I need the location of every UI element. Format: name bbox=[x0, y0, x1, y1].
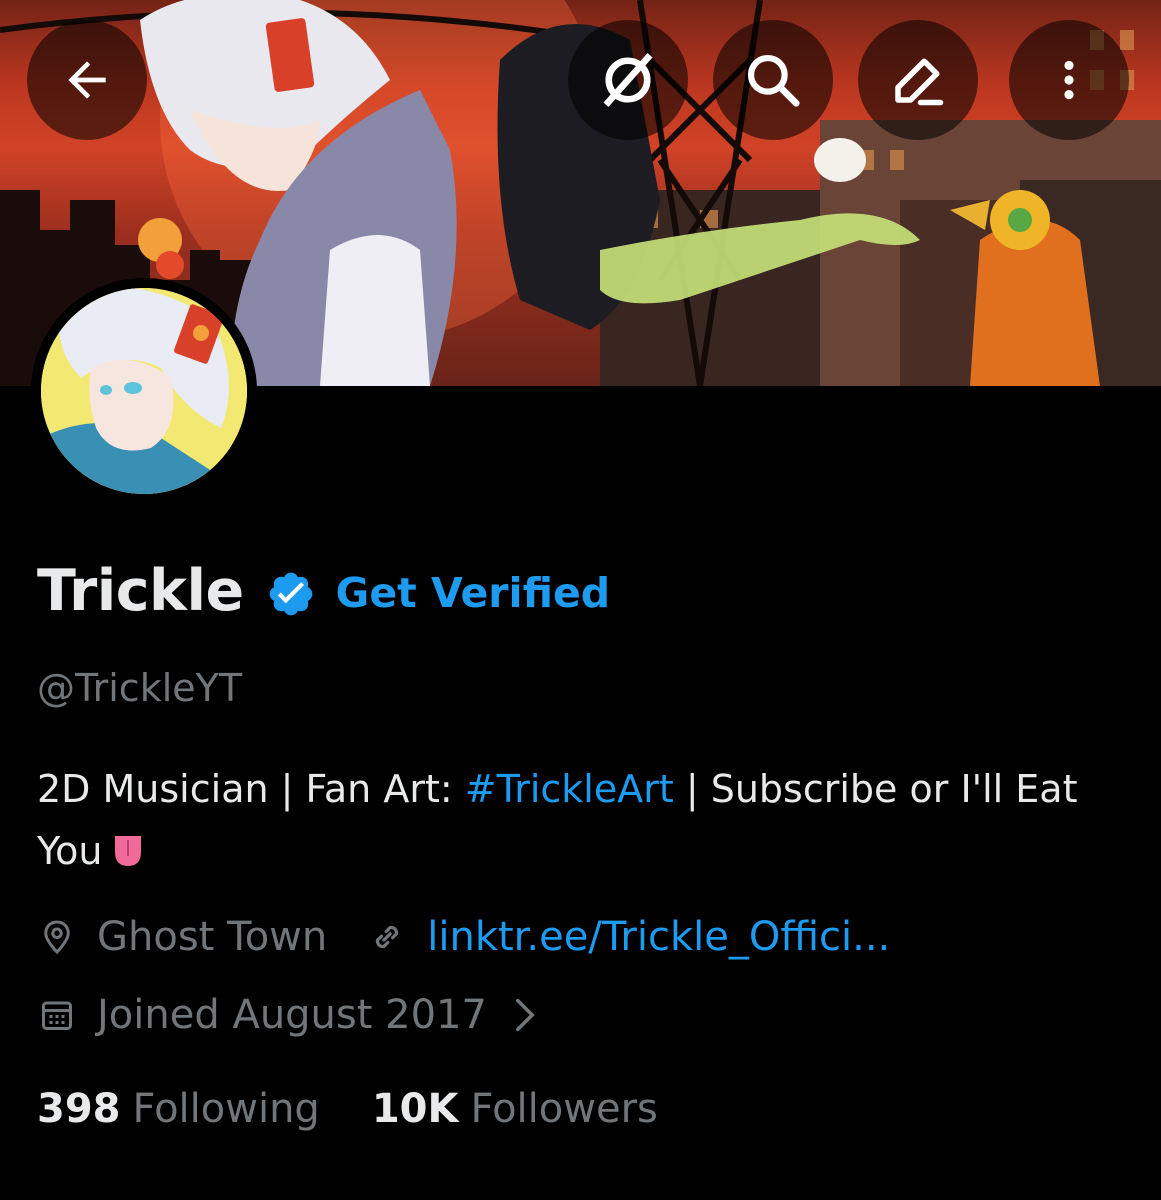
followers-label: Followers bbox=[470, 1086, 658, 1132]
bio-text-start: 2D Musician | Fan Art: bbox=[37, 767, 465, 811]
following-count: 398 bbox=[37, 1086, 121, 1132]
more-icon bbox=[1064, 60, 1074, 100]
profile-name-row: Trickle Get Verified bbox=[37, 558, 610, 624]
joined-date-text: Joined August 2017 bbox=[97, 992, 487, 1038]
website-link[interactable]: linktr.ee/Trickle_Offici... bbox=[427, 914, 890, 960]
tongue-emoji-icon bbox=[114, 835, 141, 866]
avatar-image bbox=[41, 288, 247, 494]
chevron-right-icon[interactable] bbox=[513, 997, 537, 1033]
location-pin-icon bbox=[37, 917, 77, 957]
following-stat[interactable]: 398 Following bbox=[37, 1086, 320, 1132]
joined-row: Joined August 2017 bbox=[37, 992, 537, 1038]
website-item: linktr.ee/Trickle_Offici... bbox=[367, 914, 890, 960]
avatar[interactable] bbox=[31, 278, 257, 504]
followers-stat[interactable]: 10K Followers bbox=[372, 1086, 658, 1132]
get-verified-link[interactable]: Get Verified bbox=[336, 569, 610, 617]
edit-button[interactable] bbox=[858, 20, 978, 140]
calendar-icon bbox=[37, 995, 77, 1035]
follow-stats: 398 Following 10K Followers bbox=[37, 1086, 658, 1132]
link-icon bbox=[367, 917, 407, 957]
verified-badge-icon[interactable] bbox=[266, 569, 316, 619]
display-name: Trickle bbox=[37, 558, 244, 624]
edit-icon bbox=[895, 58, 944, 106]
followers-count: 10K bbox=[371, 1086, 459, 1132]
back-arrow-icon bbox=[68, 61, 106, 99]
search-icon bbox=[747, 54, 800, 107]
following-label: Following bbox=[132, 1086, 320, 1132]
profile-handle: @TrickleYT bbox=[37, 666, 243, 710]
more-options-button[interactable] bbox=[1009, 20, 1129, 140]
grok-icon bbox=[603, 53, 653, 107]
back-button[interactable] bbox=[27, 20, 147, 140]
grok-button[interactable] bbox=[568, 20, 688, 140]
location-text: Ghost Town bbox=[97, 914, 328, 960]
search-button[interactable] bbox=[713, 20, 833, 140]
bio-hashtag-link[interactable]: #TrickleArt bbox=[465, 767, 674, 811]
profile-bio: 2D Musician | Fan Art: #TrickleArt | Sub… bbox=[37, 758, 1127, 882]
profile-meta-row: Ghost Town linktr.ee/Trickle_Offici... bbox=[37, 914, 890, 960]
